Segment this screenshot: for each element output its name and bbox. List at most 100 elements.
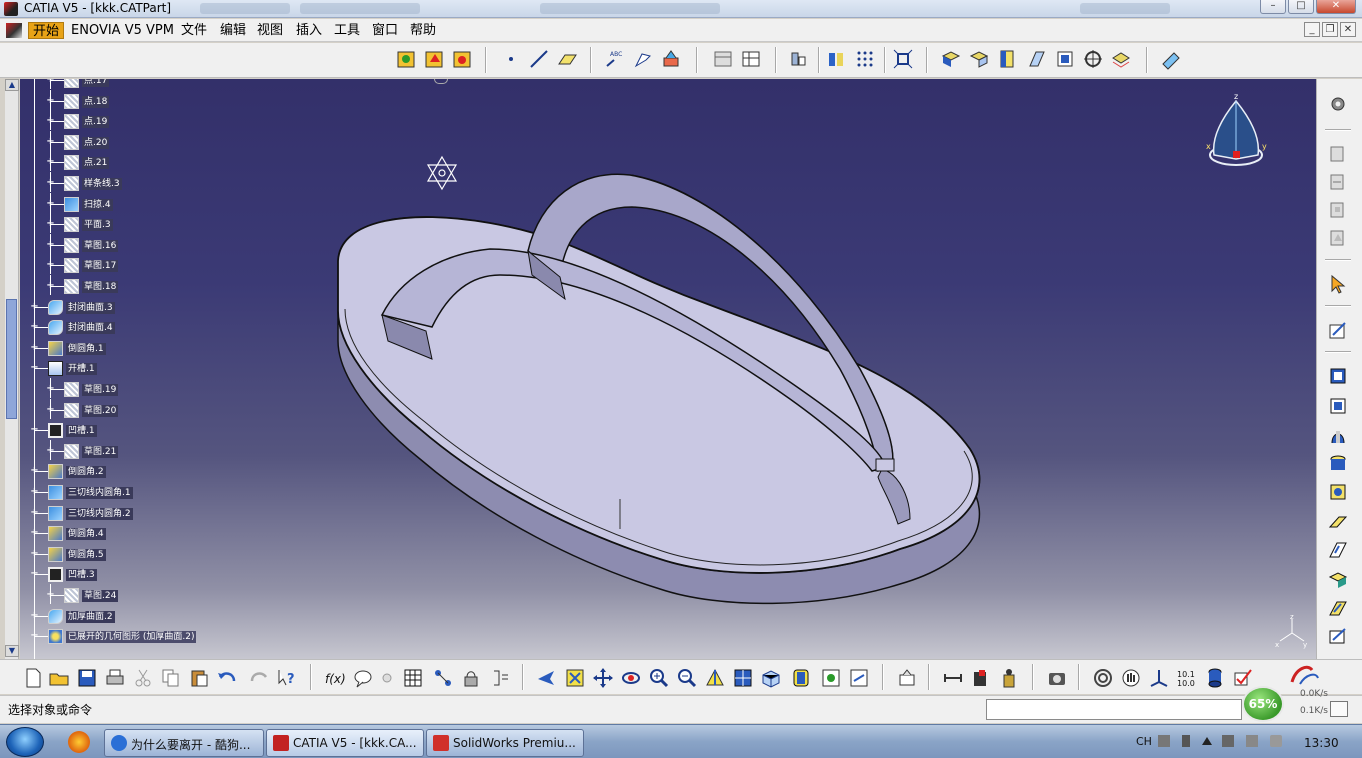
tree-node[interactable]: + 草图.21 (20, 439, 220, 460)
groove-icon[interactable] (1327, 453, 1349, 475)
design-table-icon[interactable] (402, 667, 424, 689)
tree-node[interactable]: + 点.19 (20, 110, 220, 131)
tree-node[interactable]: + 平面.3 (20, 213, 220, 234)
menu-start[interactable]: 开始 (28, 22, 65, 39)
tray-up-arrow-icon[interactable] (1202, 737, 1212, 745)
tree-node[interactable]: + 点.20 (20, 130, 220, 151)
new-file-icon[interactable] (22, 667, 44, 689)
capture-icon[interactable] (1046, 667, 1068, 689)
lock-icon[interactable] (460, 667, 482, 689)
tree-node[interactable]: − 开槽.1 (20, 361, 220, 377)
catia-app-icon[interactable] (4, 2, 18, 16)
doc-minimize-button[interactable]: _ (1304, 22, 1320, 37)
formula-icon[interactable]: f(x) (324, 667, 346, 689)
tree-expander-icon[interactable]: + (46, 178, 55, 188)
split-icon[interactable] (1110, 48, 1132, 70)
menu-window[interactable]: 窗口 (368, 22, 402, 39)
rib-icon[interactable] (1327, 511, 1349, 533)
volume-icon[interactable] (1270, 735, 1282, 747)
pen-icon[interactable] (1182, 735, 1190, 747)
tree-node[interactable]: + 点.21 (20, 151, 220, 172)
sketcher-icon[interactable] (1327, 319, 1349, 341)
stiffener-icon[interactable] (1327, 597, 1349, 619)
cut-icon[interactable] (132, 667, 154, 689)
tree-expander-icon[interactable]: + (30, 322, 39, 332)
firefox-icon[interactable] (68, 731, 90, 753)
zoom-out-icon[interactable] (676, 667, 698, 689)
pocket-icon[interactable] (968, 48, 990, 70)
tree-expander-icon[interactable]: + (46, 136, 55, 147)
axis-system-icon[interactable] (426, 155, 458, 191)
measure-icon[interactable] (660, 48, 682, 70)
tree-expander-icon[interactable]: + (46, 79, 55, 85)
tree-node[interactable]: + 倒圆角.5 (20, 546, 220, 563)
save-icon[interactable] (76, 667, 98, 689)
fit-all-icon[interactable] (892, 48, 914, 70)
shell-icon[interactable] (1026, 48, 1048, 70)
tree-expander-icon[interactable]: + (46, 157, 55, 167)
pad-feature-icon[interactable] (1327, 365, 1349, 387)
minimize-button[interactable]: – (1260, 0, 1286, 14)
tree-node[interactable]: − 凹槽.1 (20, 423, 220, 439)
tree-node[interactable]: + 草图.24 (20, 584, 220, 604)
tree-node[interactable]: − 凹槽.3 (20, 567, 220, 583)
tree-expander-icon[interactable]: + (46, 281, 55, 291)
tree-expander-icon[interactable]: + (30, 528, 39, 538)
manual-update-icon[interactable] (424, 48, 446, 70)
measure-between-icon[interactable] (942, 667, 964, 689)
tree-expander-icon[interactable]: − (30, 425, 39, 435)
menu-insert[interactable]: 插入 (292, 22, 326, 39)
boolean-union-icon[interactable] (1327, 227, 1349, 249)
scroll-thumb[interactable] (6, 299, 17, 419)
tree-expander-icon[interactable]: + (30, 487, 39, 497)
law-icon[interactable] (432, 667, 454, 689)
tree-expander-icon[interactable]: + (30, 548, 39, 559)
tree-expander-icon[interactable]: + (46, 404, 55, 415)
menu-enovia[interactable]: ENOVIA V5 VPM (67, 22, 178, 39)
tree-expander-icon[interactable]: + (30, 301, 39, 312)
tree-expander-icon[interactable]: − (30, 569, 39, 579)
keyboard-icon[interactable] (1158, 735, 1170, 747)
grid-icon[interactable] (854, 48, 876, 70)
ratio-icon[interactable]: 10.110.0 (1176, 667, 1198, 689)
tree-node[interactable]: + 加厚曲面.2 (20, 608, 220, 625)
tree-node[interactable]: + 草图.18 (20, 275, 220, 295)
rotate-icon[interactable] (620, 667, 642, 689)
print-icon[interactable] (104, 667, 126, 689)
tree-expander-icon[interactable]: + (30, 342, 39, 353)
menu-tools[interactable]: 工具 (330, 22, 364, 39)
draft-analysis-icon[interactable] (826, 48, 848, 70)
undo-icon[interactable] (216, 667, 238, 689)
measure-item-icon[interactable] (970, 667, 992, 689)
tree-expander-icon[interactable]: + (46, 198, 55, 209)
network-icon[interactable] (1246, 735, 1258, 747)
task-catia[interactable]: CATIA V5 - [kkk.CA... (266, 729, 424, 757)
ime-indicator[interactable]: CH (1136, 735, 1152, 748)
tree-node[interactable]: − 已展开的几何图形 (加厚曲面.2) (20, 629, 220, 645)
taskbar-clock[interactable]: 13:30 (1304, 736, 1339, 750)
zoom-in-icon[interactable] (648, 667, 670, 689)
tree-expander-icon[interactable]: − (30, 363, 39, 373)
tree-expander-icon[interactable]: + (46, 95, 55, 106)
macro-icon[interactable] (490, 667, 512, 689)
tree-node[interactable]: + 封闭曲面.4 (20, 320, 220, 336)
tree-node[interactable]: + 倒圆角.1 (20, 340, 220, 357)
analysis-icon[interactable] (788, 48, 810, 70)
tree-expander-icon[interactable]: + (30, 507, 39, 518)
comment-icon[interactable] (352, 667, 374, 689)
checkbox-icon[interactable] (1232, 667, 1254, 689)
swap-space-icon[interactable] (848, 667, 870, 689)
tree-scrollbar[interactable]: ▲ ▼ (5, 79, 19, 659)
axis-icon[interactable] (1148, 667, 1170, 689)
loft-icon[interactable] (1327, 569, 1349, 591)
tree-expander-icon[interactable]: + (46, 219, 55, 229)
pan-icon[interactable] (592, 667, 614, 689)
tree-node[interactable]: + 样条线.3 (20, 172, 220, 192)
task-solidworks[interactable]: SolidWorks Premiu... (426, 729, 584, 757)
select-arrow-icon[interactable] (1327, 273, 1349, 295)
catalog-icon[interactable] (712, 48, 734, 70)
performance-badge[interactable]: 65% (1242, 686, 1284, 722)
boolean-remove-icon[interactable] (1327, 171, 1349, 193)
tree-node[interactable]: + 草图.16 (20, 233, 220, 254)
toe-post-cap[interactable] (875, 458, 895, 472)
